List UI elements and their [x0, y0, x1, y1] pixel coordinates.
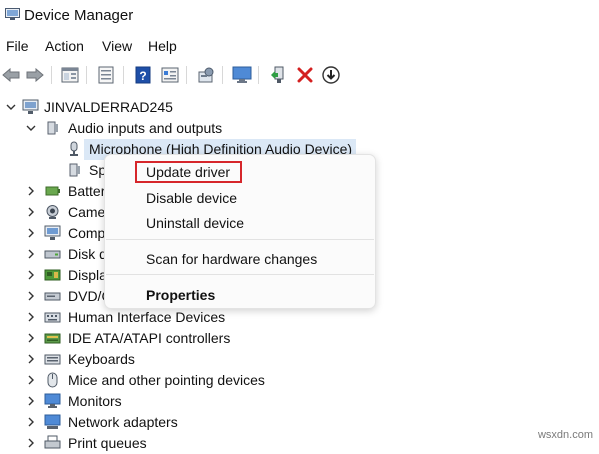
menu-separator [106, 274, 374, 275]
disk-drive-icon [44, 250, 61, 259]
menu-properties[interactable]: Properties [146, 287, 215, 303]
monitor-icon[interactable] [231, 64, 253, 86]
printer-icon [44, 435, 61, 449]
download-icon[interactable] [320, 64, 342, 86]
toolbar-separator [258, 66, 259, 84]
chevron-down-icon[interactable] [6, 101, 16, 113]
scan-icon[interactable] [195, 64, 217, 86]
speaker-icon [47, 121, 58, 135]
toolbar: ? [0, 60, 599, 90]
menu-view[interactable]: View [102, 38, 132, 54]
view-icon[interactable] [159, 64, 181, 86]
category-label: Displa [68, 267, 107, 283]
microphone-icon [70, 141, 78, 156]
menu-uninstall-device[interactable]: Uninstall device [146, 215, 244, 231]
svg-text:?: ? [139, 69, 146, 83]
menu-update-driver[interactable]: Update driver [146, 164, 230, 180]
battery-icon [45, 186, 60, 196]
chevron-right-icon[interactable] [26, 227, 36, 239]
title-bar: Device Manager [0, 0, 599, 34]
dvd-drive-icon [44, 292, 61, 301]
menu-file[interactable]: File [6, 38, 29, 54]
category-label: Human Interface Devices [68, 309, 226, 325]
toolbar-separator [186, 66, 187, 84]
chevron-right-icon[interactable] [26, 416, 36, 428]
ide-controller-icon [44, 333, 61, 344]
watermark: wsxdn.com [537, 429, 593, 441]
network-adapter-icon [44, 414, 61, 429]
menu-separator [106, 239, 374, 240]
monitor-icon [44, 393, 61, 408]
chevron-right-icon[interactable] [26, 269, 36, 281]
uninstall-icon[interactable] [294, 64, 316, 86]
tree-root[interactable]: JINVALDERRAD245 [0, 97, 599, 118]
forward-icon[interactable] [24, 64, 46, 86]
toolbar-separator [123, 66, 124, 84]
category-label: Batter [68, 183, 106, 199]
tree-category-hid[interactable]: Human Interface Devices [0, 307, 599, 328]
context-menu: Update driver Disable device Uninstall d… [104, 154, 376, 309]
toolbar-separator [222, 66, 223, 84]
show-hidden-icon[interactable] [95, 64, 117, 86]
chevron-right-icon[interactable] [26, 311, 36, 323]
tree-category-mice[interactable]: Mice and other pointing devices [0, 370, 599, 391]
category-label: Network adapters [68, 414, 178, 430]
category-label: Came [68, 204, 106, 220]
chevron-right-icon[interactable] [26, 290, 36, 302]
back-icon[interactable] [0, 64, 22, 86]
speaker-icon [69, 163, 80, 177]
properties-icon[interactable] [59, 64, 81, 86]
tree-category-audio[interactable]: Audio inputs and outputs [0, 118, 599, 139]
mouse-icon [47, 372, 58, 388]
help-icon[interactable]: ? [132, 64, 154, 86]
device-manager-icon [5, 8, 20, 20]
update-driver-icon[interactable] [268, 64, 290, 86]
menu-disable-device[interactable]: Disable device [146, 190, 237, 206]
category-label: Disk d [68, 246, 107, 262]
chevron-right-icon[interactable] [26, 185, 36, 197]
tree-category-keyboards[interactable]: Keyboards [0, 349, 599, 370]
menu-scan-hardware[interactable]: Scan for hardware changes [146, 251, 317, 267]
category-label: IDE ATA/ATAPI controllers [68, 330, 231, 346]
category-label: Comp [68, 225, 106, 241]
chevron-right-icon[interactable] [26, 353, 36, 365]
category-label: Keyboards [68, 351, 135, 367]
computer-icon [44, 225, 61, 240]
chevron-right-icon[interactable] [26, 206, 36, 218]
chevron-right-icon[interactable] [26, 395, 36, 407]
chevron-right-icon[interactable] [26, 248, 36, 260]
camera-icon [46, 205, 59, 219]
window-title: Device Manager [24, 7, 134, 24]
chevron-right-icon[interactable] [26, 374, 36, 386]
hid-icon [44, 312, 61, 323]
category-label: Print queues [68, 435, 147, 451]
chevron-down-icon[interactable] [26, 122, 36, 134]
keyboard-icon [44, 354, 61, 365]
toolbar-separator [51, 66, 52, 84]
chevron-right-icon[interactable] [26, 332, 36, 344]
menu-bar: File Action View Help [0, 36, 599, 60]
category-label: Audio inputs and outputs [68, 120, 223, 136]
chevron-right-icon[interactable] [26, 437, 36, 449]
tree-category-monitors[interactable]: Monitors [0, 391, 599, 412]
menu-action[interactable]: Action [45, 38, 84, 54]
tree-category-print-queues[interactable]: Print queues [0, 433, 599, 454]
display-adapter-icon [44, 269, 61, 281]
category-label: Mice and other pointing devices [68, 372, 265, 388]
tree-category-ide[interactable]: IDE ATA/ATAPI controllers [0, 328, 599, 349]
computer-icon [22, 99, 39, 114]
category-label: Monitors [68, 393, 122, 409]
toolbar-separator [86, 66, 87, 84]
menu-help[interactable]: Help [148, 38, 177, 54]
computer-name: JINVALDERRAD245 [44, 99, 173, 115]
tree-category-network[interactable]: Network adapters [0, 412, 599, 433]
